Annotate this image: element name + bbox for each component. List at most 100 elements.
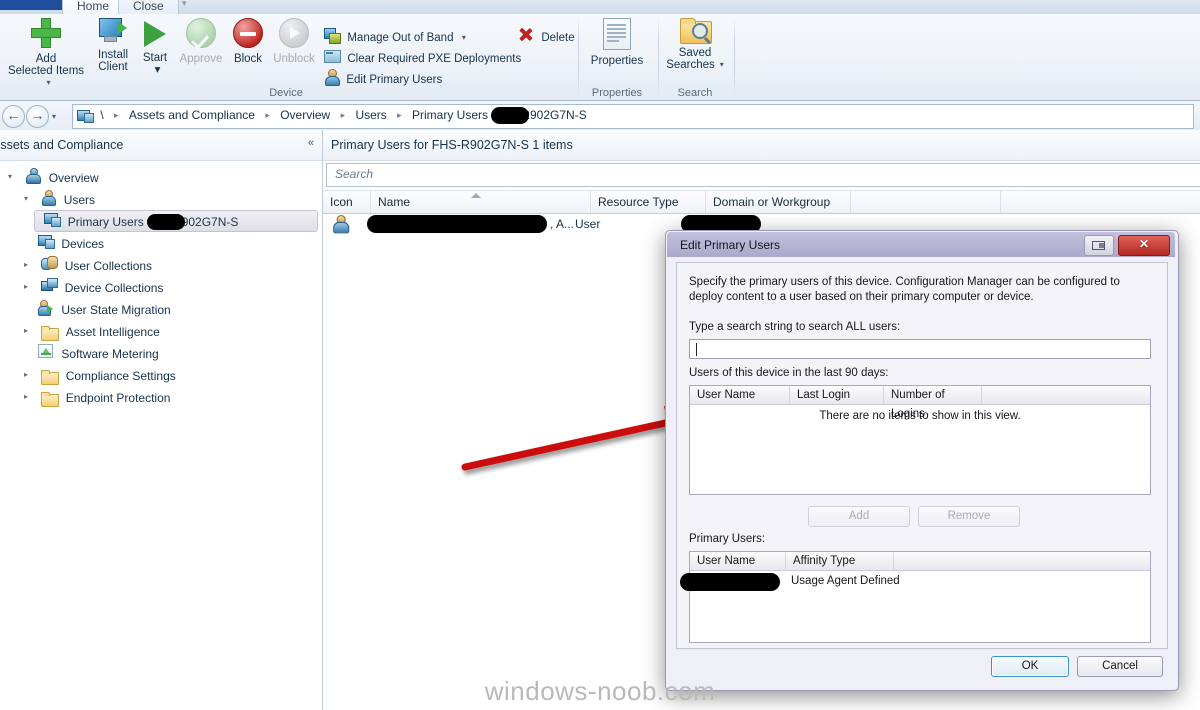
column-header-extra[interactable]	[982, 386, 1150, 405]
expander-icon[interactable]: ▸	[20, 320, 32, 342]
chevron-down-icon[interactable]: ▾	[141, 64, 174, 76]
list-column-header: Icon Name Resource Type Domain or Workgr…	[323, 190, 1200, 214]
tab-home[interactable]: Home	[62, 0, 125, 14]
sidebar-item-user-state-migration[interactable]: User State Migration	[38, 298, 322, 320]
sidebar-item-endpoint-protection[interactable]: ▸ Endpoint Protection	[20, 386, 322, 408]
column-header-extra[interactable]	[851, 191, 1001, 213]
manage-out-of-band-label: Manage Out of Band	[347, 31, 454, 44]
column-header-icon[interactable]: Icon	[323, 191, 371, 213]
page-title: Primary Users for FHS-R902G7N-S 1 items	[331, 138, 573, 152]
expander-icon[interactable]: ▸	[20, 386, 32, 408]
sidebar: Assets and Compliance « ▾ Overview ▾ Use…	[0, 130, 323, 710]
breadcrumb[interactable]: \ ▸ Assets and Compliance ▸ Overview ▸ U…	[72, 104, 1194, 129]
tab-close[interactable]: Close	[118, 0, 179, 14]
sidebar-item-asset-intelligence-label: Asset Intelligence	[65, 324, 160, 339]
start-button[interactable]: Start ▾	[136, 16, 174, 76]
block-label: Block	[233, 53, 263, 65]
block-button[interactable]: Block	[228, 16, 268, 65]
column-header-domain-or-workgroup[interactable]: Domain or Workgroup	[706, 191, 851, 213]
breadcrumb-root[interactable]: \	[98, 105, 105, 126]
sidebar-item-compliance-settings-label: Compliance Settings	[65, 368, 176, 383]
saved-searches-icon	[660, 18, 730, 45]
column-header-last-login[interactable]: Last Login	[790, 386, 884, 405]
ribbon-separator	[658, 18, 659, 96]
table-row[interactable]: Usage Agent Defined	[680, 571, 1150, 593]
expander-icon[interactable]: ▸	[20, 364, 32, 386]
breadcrumb-separator-icon: ▸	[265, 110, 270, 120]
close-icon[interactable]: ✕	[1118, 235, 1170, 256]
ok-button[interactable]: OK	[991, 656, 1069, 677]
ribbon-group-device-label: Device	[269, 87, 303, 99]
expander-icon[interactable]: ▾	[4, 166, 16, 188]
edit-primary-users-dialog: Edit Primary Users ✕ Specify the primary…	[665, 230, 1179, 691]
collapse-sidebar-icon[interactable]: «	[308, 137, 314, 149]
sidebar-item-device-collections[interactable]: ▸ Device Collections	[20, 276, 322, 298]
expander-icon[interactable]: ▸	[20, 254, 32, 276]
column-header-affinity-type[interactable]: Affinity Type	[786, 552, 894, 571]
column-header-number-of-logins[interactable]: Number of Logins	[884, 386, 982, 420]
expander-icon[interactable]: ▾	[20, 188, 32, 210]
user-state-migration-icon	[38, 299, 53, 321]
application-menu-button[interactable]	[0, 0, 63, 10]
clear-required-pxe-deployments-button[interactable]: Clear Required PXE Deployments	[324, 48, 521, 68]
sidebar-item-overview[interactable]: ▾ Overview	[4, 166, 322, 188]
column-header-name[interactable]: Name	[371, 191, 591, 213]
breadcrumb-separator-icon: ▸	[340, 110, 346, 120]
sidebar-item-compliance-settings[interactable]: ▸ Compliance Settings	[20, 364, 322, 386]
sidebar-item-primary-users[interactable]: Primary Users fo R902G7N-S	[34, 210, 318, 232]
restore-window-icon[interactable]	[1084, 235, 1114, 256]
search-string-label: Type a search string to search ALL users…	[689, 321, 901, 333]
column-header-resource-type[interactable]: Resource Type	[591, 191, 706, 213]
sidebar-item-users[interactable]: ▾ Users	[20, 188, 322, 210]
column-header-user-name[interactable]: User Name	[690, 386, 790, 405]
forward-button[interactable]: →	[26, 105, 49, 128]
dialog-title-bar[interactable]: Edit Primary Users ✕	[667, 232, 1175, 257]
back-arrow-icon: ←	[6, 107, 21, 123]
chevron-down-icon[interactable]: ▾	[462, 28, 466, 48]
manage-out-of-band-button[interactable]: Manage Out of Band ▾	[324, 27, 466, 47]
approve-label: Approve	[179, 53, 223, 65]
properties-button[interactable]: Properties	[580, 16, 654, 67]
expander-icon[interactable]: ▸	[20, 276, 32, 298]
tab-home-label: Home	[77, 0, 110, 13]
breadcrumb-item-assets-and-compliance[interactable]: Assets and Compliance	[127, 105, 257, 126]
recent-users-grid[interactable]: User Name Last Login Number of Logins Th…	[689, 385, 1151, 495]
add-selected-items-label-1: Add	[35, 53, 57, 65]
sidebar-item-users-label: Users	[63, 192, 96, 207]
breadcrumb-item-users[interactable]: Users	[353, 105, 388, 126]
dialog-body: Specify the primary users of this device…	[676, 262, 1168, 649]
start-play-icon	[136, 18, 174, 50]
delete-x-icon	[518, 27, 533, 48]
search-input[interactable]: Search	[326, 163, 1200, 187]
search-all-users-input[interactable]	[689, 339, 1151, 359]
column-header-extra[interactable]	[894, 552, 1150, 571]
column-header-name-label: Name	[378, 195, 411, 209]
properties-label: Properties	[590, 55, 644, 67]
sidebar-item-devices[interactable]: Devices	[38, 232, 322, 254]
site-icon	[77, 109, 94, 123]
sidebar-header: Assets and Compliance «	[0, 130, 322, 161]
list-pane-header: Primary Users for FHS-R902G7N-S 1 items	[323, 130, 1200, 161]
install-client-button[interactable]: Install Client	[92, 16, 134, 73]
breadcrumb-item-primary-users[interactable]: Primary Users fo	[410, 105, 503, 126]
install-client-icon	[92, 18, 134, 47]
breadcrumb-separator-icon: ▸	[397, 110, 402, 120]
delete-button[interactable]: Delete	[518, 27, 575, 48]
sidebar-item-user-collections[interactable]: ▸ User Collections	[20, 254, 322, 276]
back-button[interactable]: ←	[2, 105, 25, 128]
search-placeholder: Search	[335, 167, 374, 181]
sidebar-item-asset-intelligence[interactable]: ▸ Asset Intelligence	[20, 320, 322, 342]
sidebar-item-user-state-migration-label: User State Migration	[61, 302, 171, 317]
history-dropdown-icon[interactable]: ▾	[52, 112, 56, 121]
delete-label: Delete	[541, 31, 575, 44]
primary-users-grid[interactable]: User Name Affinity Type Usage Agent Defi…	[680, 551, 1151, 643]
breadcrumb-item-overview[interactable]: Overview	[278, 105, 332, 126]
column-header-user-name[interactable]: User Name	[690, 552, 786, 571]
chevron-down-icon[interactable]: ▾	[720, 59, 724, 71]
cancel-button[interactable]: Cancel	[1077, 656, 1163, 677]
saved-searches-button[interactable]: Saved Searches ▾	[660, 16, 730, 71]
add-selected-items-button[interactable]: Add Selected Items▾	[4, 16, 88, 89]
quick-access-chevron-icon[interactable]: ▾	[182, 0, 187, 9]
user-icon	[332, 215, 350, 234]
sidebar-item-software-metering[interactable]: Software Metering	[38, 342, 322, 364]
